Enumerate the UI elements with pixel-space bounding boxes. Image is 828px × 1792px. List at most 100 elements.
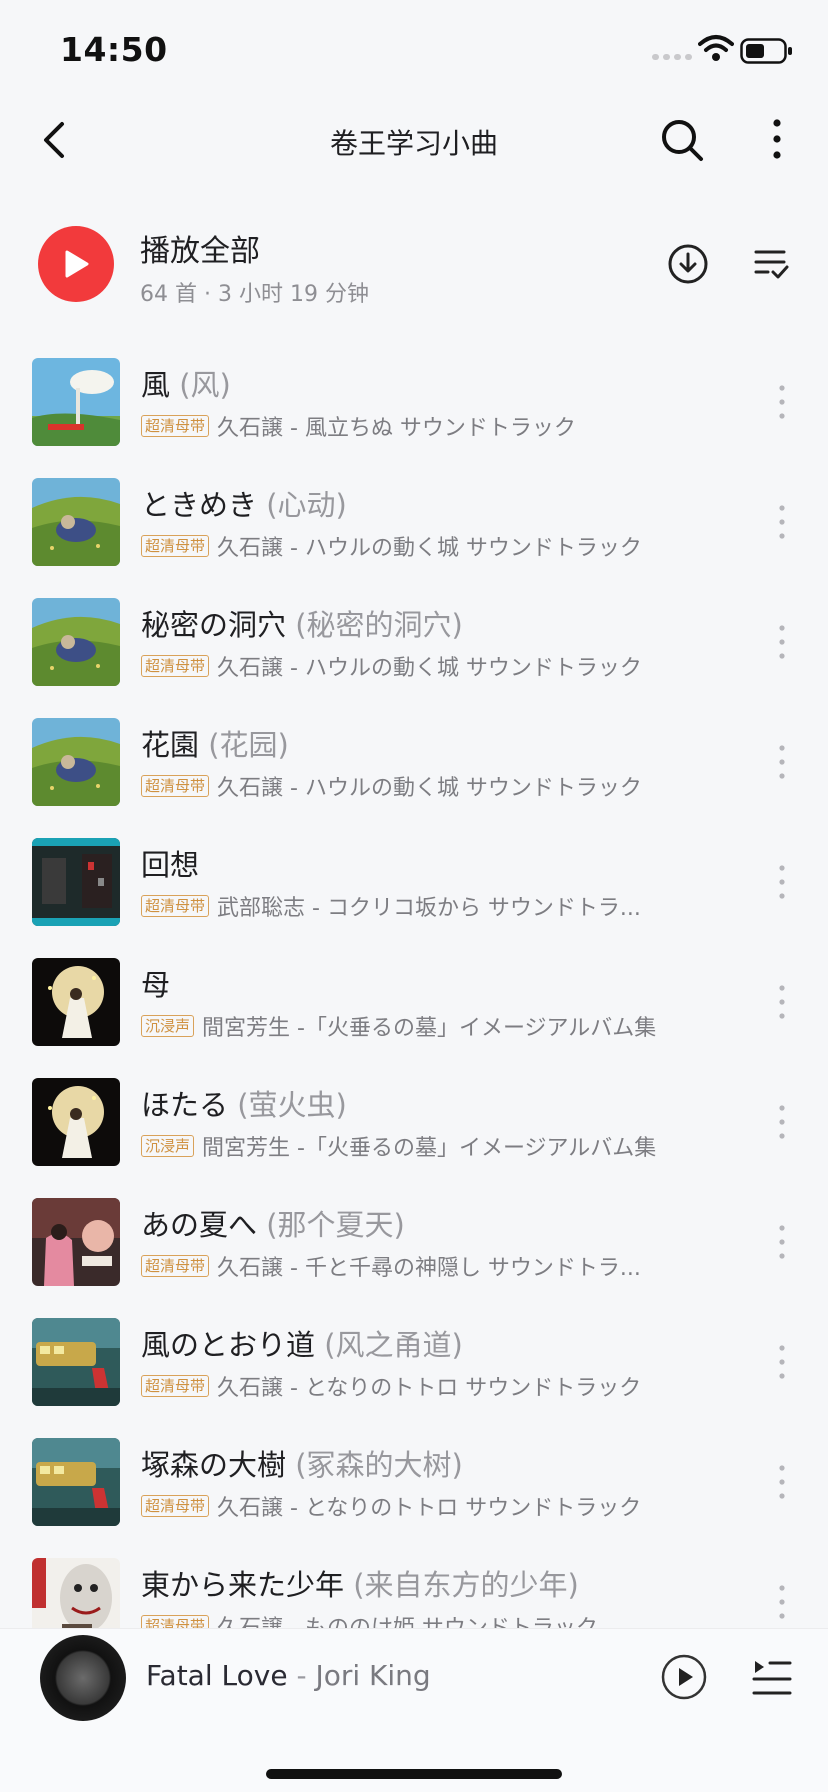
song-title: 回想: [141, 842, 199, 884]
wifi-icon: [698, 35, 734, 61]
playlist-meta: 64 首 · 3 小时 19 分钟: [140, 282, 369, 307]
song-subtitle: 超清母带 久石譲 - 千と千尋の神隠し サウンドトラ...: [141, 1250, 701, 1282]
song-alias: (冢森的大树): [295, 1448, 463, 1482]
song-alias: (秘密的洞穴): [295, 608, 463, 642]
song-artist-album: 武部聡志 - コクリコ坂から サウンドトラ...: [217, 896, 641, 921]
song-subtitle: 超清母带 久石譲 - となりのトトロ サウンドトラック: [141, 1370, 701, 1402]
cellular-signal-icon: [652, 54, 692, 60]
more-vertical-icon[interactable]: [768, 620, 796, 664]
more-vertical-icon[interactable]: [768, 1220, 796, 1264]
song-subtitle: 沉浸声 間宮芳生 -「火垂るの墓」イメージアルバム集: [141, 1130, 701, 1162]
song-row[interactable]: 塚森の大樹 (冢森的大树) 超清母带 久石譲 - となりのトトロ サウンドトラック: [0, 1420, 828, 1540]
quality-badge: 超清母带: [141, 1495, 210, 1517]
song-artist-album: 久石譲 - となりのトトロ サウンドトラック: [217, 1376, 642, 1401]
song-name: 回想: [141, 848, 200, 882]
song-subtitle: 超清母带 久石譲 - ハウルの動く城 サウンドトラック: [141, 530, 701, 562]
song-title: 風のとおり道 (风之甬道): [141, 1322, 463, 1364]
song-name: 花園: [141, 728, 200, 762]
album-cover: [32, 1318, 120, 1406]
song-alias: (来自东方的少年): [353, 1568, 579, 1602]
play-all-header: 播放全部 64 首 · 3 小时 19 分钟: [0, 210, 828, 320]
song-row[interactable]: 風のとおり道 (风之甬道) 超清母带 久石譲 - となりのトトロ サウンドトラック: [0, 1300, 828, 1420]
play-all-label[interactable]: 播放全部: [140, 226, 260, 270]
quality-badge: 超清母带: [141, 415, 210, 437]
more-vertical-icon[interactable]: [768, 740, 796, 784]
song-subtitle: 超清母带 久石譲 - となりのトトロ サウンドトラック: [141, 1490, 701, 1522]
quality-badge: 沉浸声: [141, 1015, 195, 1037]
play-all-button[interactable]: [38, 226, 114, 302]
song-name: ときめき: [141, 488, 258, 522]
album-cover: [32, 958, 120, 1046]
quality-badge: 超清母带: [141, 895, 210, 917]
more-vertical-icon[interactable]: [768, 980, 796, 1024]
more-vertical-icon[interactable]: [768, 1340, 796, 1384]
nav-bar: 卷王学习小曲: [0, 100, 828, 182]
album-cover: [32, 838, 120, 926]
song-row[interactable]: 母沉浸声 間宮芳生 -「火垂るの墓」イメージアルバム集: [0, 940, 828, 1060]
search-icon[interactable]: [658, 116, 706, 164]
song-title: 花園 (花园): [141, 722, 289, 764]
song-subtitle: 沉浸声 間宮芳生 -「火垂るの墓」イメージアルバム集: [141, 1010, 701, 1042]
status-time: 14:50: [60, 30, 168, 69]
now-playing-artist: Jori King: [315, 1659, 431, 1692]
song-artist-album: 間宮芳生 -「火垂るの墓」イメージアルバム集: [202, 1136, 657, 1161]
mini-player[interactable]: Fatal Love - Jori King: [0, 1628, 828, 1792]
song-name: 秘密の洞穴: [141, 608, 287, 642]
song-row[interactable]: あの夏へ (那个夏天) 超清母带 久石譲 - 千と千尋の神隠し サウンドトラ...: [0, 1180, 828, 1300]
song-name: ほたる: [141, 1088, 229, 1122]
quality-badge: 超清母带: [141, 535, 210, 557]
download-icon[interactable]: [666, 242, 710, 286]
song-alias: (萤火虫): [237, 1088, 347, 1122]
chevron-left-icon[interactable]: [36, 118, 76, 162]
home-indicator: [266, 1769, 562, 1779]
song-row[interactable]: ときめき (心动) 超清母带 久石譲 - ハウルの動く城 サウンドトラック: [0, 460, 828, 580]
song-name: 塚森の大樹: [141, 1448, 287, 1482]
album-disc[interactable]: [40, 1635, 126, 1721]
song-artist-album: 久石譲 - ハウルの動く城 サウンドトラック: [217, 776, 642, 801]
battery-icon: [740, 38, 792, 64]
more-vertical-icon[interactable]: [760, 114, 794, 164]
song-title: ときめき (心动): [141, 482, 347, 524]
song-row[interactable]: ほたる (萤火虫) 沉浸声 間宮芳生 -「火垂るの墓」イメージアルバム集: [0, 1060, 828, 1180]
song-subtitle: 超清母带 久石譲 - ハウルの動く城 サウンドトラック: [141, 650, 701, 682]
song-alias: (那个夏天): [266, 1208, 405, 1242]
album-cover: [32, 1438, 120, 1526]
multiselect-icon[interactable]: [752, 244, 790, 284]
song-row[interactable]: 花園 (花园) 超清母带 久石譲 - ハウルの動く城 サウンドトラック: [0, 700, 828, 820]
song-artist-album: 久石譲 - となりのトトロ サウンドトラック: [217, 1496, 642, 1521]
quality-badge: 超清母带: [141, 775, 210, 797]
song-subtitle: 超清母带 武部聡志 - コクリコ坂から サウンドトラ...: [141, 890, 701, 922]
album-cover: [32, 718, 120, 806]
quality-badge: 超清母带: [141, 1375, 210, 1397]
song-artist-album: 久石譲 - 風立ちぬ サウンドトラック: [217, 416, 576, 441]
more-vertical-icon[interactable]: [768, 380, 796, 424]
song-name: 母: [141, 968, 171, 1002]
song-alias: (心动): [266, 488, 347, 522]
status-bar: 14:50: [0, 0, 828, 96]
song-title: 東から来た少年 (来自东方的少年): [141, 1562, 579, 1604]
more-vertical-icon[interactable]: [768, 1580, 796, 1624]
song-subtitle: 超清母带 久石譲 - 風立ちぬ サウンドトラック: [141, 410, 701, 442]
song-row[interactable]: 回想超清母带 武部聡志 - コクリコ坂から サウンドトラ...: [0, 820, 828, 940]
song-title: あの夏へ (那个夏天): [141, 1202, 405, 1244]
song-artist-album: 間宮芳生 -「火垂るの墓」イメージアルバム集: [202, 1016, 657, 1041]
more-vertical-icon[interactable]: [768, 500, 796, 544]
quality-badge: 超清母带: [141, 655, 210, 677]
now-playing-title: Fatal Love: [146, 1659, 288, 1692]
album-cover: [32, 598, 120, 686]
song-name: 東から来た少年: [141, 1568, 345, 1602]
song-alias: (风之甬道): [324, 1328, 463, 1362]
song-row[interactable]: 秘密の洞穴 (秘密的洞穴) 超清母带 久石譲 - ハウルの動く城 サウンドトラック: [0, 580, 828, 700]
more-vertical-icon[interactable]: [768, 860, 796, 904]
more-vertical-icon[interactable]: [768, 1100, 796, 1144]
song-artist-album: 久石譲 - ハウルの動く城 サウンドトラック: [217, 536, 642, 561]
play-circle-icon[interactable]: [660, 1653, 708, 1701]
song-row[interactable]: 風 (风) 超清母带 久石譲 - 風立ちぬ サウンドトラック: [0, 340, 828, 460]
quality-badge: 沉浸声: [141, 1135, 195, 1157]
now-playing-text[interactable]: Fatal Love - Jori King: [146, 1659, 431, 1692]
song-name: 風: [141, 368, 171, 402]
now-playing-separator: -: [287, 1659, 316, 1692]
song-subtitle: 超清母带 久石譲 - ハウルの動く城 サウンドトラック: [141, 770, 701, 802]
more-vertical-icon[interactable]: [768, 1460, 796, 1504]
playlist-icon[interactable]: [752, 1655, 792, 1697]
